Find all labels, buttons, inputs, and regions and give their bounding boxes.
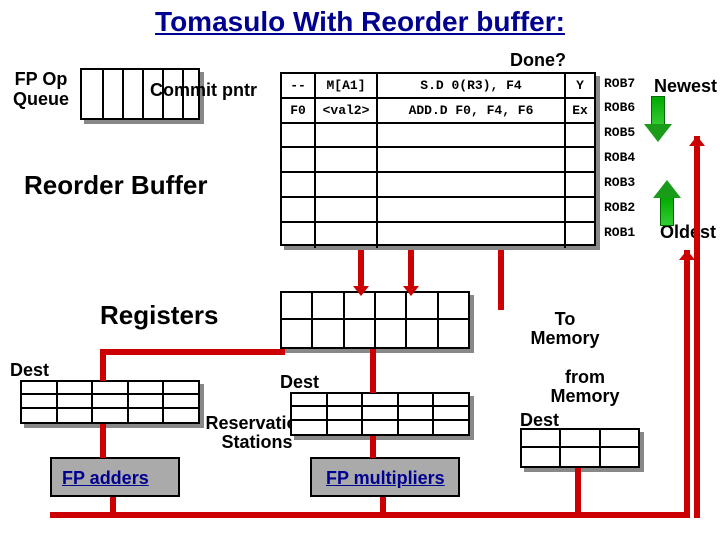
rob6-dest: F0: [282, 99, 316, 122]
rob6-val: <val2>: [316, 99, 378, 122]
newest-arrow-shaft: [651, 96, 665, 126]
rs-table-multipliers: [290, 392, 470, 436]
rob7-done: Y: [566, 74, 594, 97]
from-memory-label: fromMemory: [540, 368, 630, 406]
oldest-arrow-shaft: [660, 196, 674, 226]
bus-h-bottom: [50, 512, 690, 518]
arrowhead-icon: [403, 286, 419, 296]
newest-label: Newest: [654, 76, 717, 97]
bus-v-mul-out: [380, 497, 386, 515]
rob1-tag: ROB1: [604, 225, 635, 240]
mem-dest-table: [520, 428, 640, 468]
rob4-tag: ROB4: [604, 150, 635, 165]
arrowhead-icon: [679, 250, 695, 260]
rs-table-adders: [20, 380, 200, 424]
bus-h-to-rsadd: [100, 349, 285, 355]
done-header: Done?: [510, 50, 566, 71]
bus-v-mem-out: [575, 468, 581, 516]
bus-v-add-out: [110, 497, 116, 515]
registers-label: Registers: [100, 300, 219, 331]
slide-title: Tomasulo With Reorder buffer:: [0, 6, 720, 38]
fp-multipliers-label: FP multipliers: [326, 468, 445, 489]
rob7-instr: S.D 0(R3), F4: [378, 74, 566, 97]
rob7-dest: --: [282, 74, 316, 97]
commit-pntr-label: Commit pntr: [150, 80, 257, 101]
bus-rob-to-mem: [498, 250, 504, 310]
rob-table: -- M[A1] S.D 0(R3), F4 Y F0 <val2> ADD.D…: [280, 72, 596, 246]
rob7-tag: ROB7: [604, 76, 635, 91]
rob6-done: Ex: [566, 99, 594, 122]
arrowhead-icon: [689, 136, 705, 146]
rob5-tag: ROB5: [604, 125, 635, 140]
bus-v-right: [684, 250, 690, 518]
oldest-arrow-head: [653, 180, 681, 198]
bus-regs-to-rsmul: [370, 349, 376, 393]
bus-v-right2: [694, 136, 700, 518]
dest-label-1: Dest: [10, 360, 49, 381]
reorder-buffer-label: Reorder Buffer: [24, 170, 207, 201]
rob3-tag: ROB3: [604, 175, 635, 190]
dest-label-2: Dest: [280, 372, 319, 393]
rob7-val: M[A1]: [316, 74, 378, 97]
to-memory-label: ToMemory: [520, 310, 610, 348]
rob6-tag: ROB6: [604, 100, 635, 115]
fp-op-queue-label: FP OpQueue: [6, 70, 76, 110]
fp-adders-label: FP adders: [62, 468, 149, 489]
registers-box: [280, 291, 470, 349]
rob6-instr: ADD.D F0, F4, F6: [378, 99, 566, 122]
newest-arrow-head: [644, 124, 672, 142]
bus-rsadd-to-add: [100, 424, 106, 458]
arrowhead-icon: [353, 286, 369, 296]
bus-rsmul-to-mul: [370, 436, 376, 458]
rob2-tag: ROB2: [604, 200, 635, 215]
